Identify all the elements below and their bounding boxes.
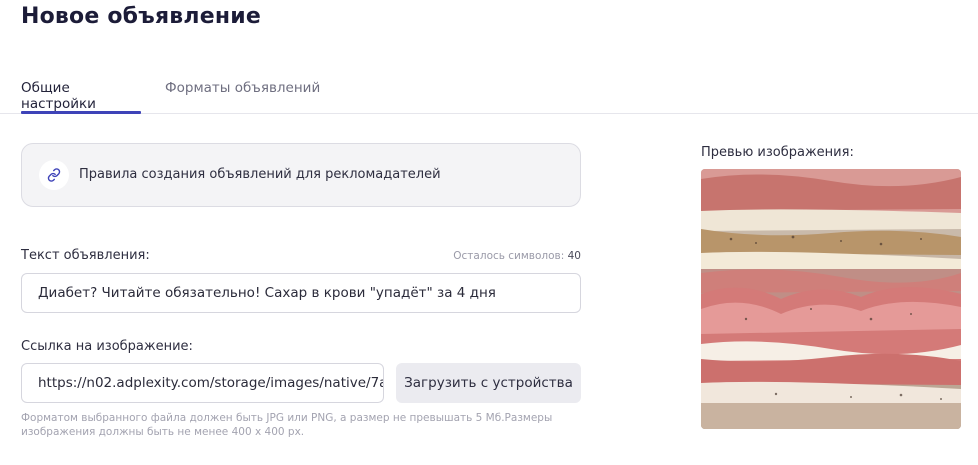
- preview-label: Превью изображения:: [701, 145, 854, 160]
- file-requirements-hint: Форматом выбранного файла должен быть JP…: [21, 412, 553, 438]
- ad-text-label: Текст объявления:: [21, 248, 150, 263]
- image-preview: [701, 169, 961, 429]
- cured-meat-photo: [701, 169, 961, 429]
- remaining-chars-value: 40: [567, 250, 581, 262]
- ad-text-input[interactable]: Диабет? Читайте обязательно! Сахар в кро…: [21, 273, 581, 313]
- tab-general-settings[interactable]: Общие настройки: [21, 80, 141, 114]
- link-icon: [39, 160, 69, 190]
- remaining-chars-counter: Осталось символов: 40: [453, 250, 581, 262]
- advertiser-rules-label: Правила создания объявлений для рекломад…: [79, 167, 441, 182]
- page-title: Новое объявление: [21, 4, 261, 29]
- advertiser-rules-link[interactable]: Правила создания объявлений для рекломад…: [21, 143, 581, 207]
- image-link-label: Ссылка на изображение:: [21, 339, 193, 354]
- upload-from-device-button[interactable]: Загрузить с устройства: [396, 363, 581, 403]
- tab-ad-formats[interactable]: Форматы объявлений: [165, 80, 325, 113]
- remaining-chars-label: Осталось символов:: [453, 250, 565, 262]
- image-url-input[interactable]: https://n02.adplexity.com/storage/images…: [21, 363, 384, 403]
- new-ad-page: Новое объявление Общие настройки Форматы…: [0, 0, 978, 465]
- tabs-bar: Общие настройки Форматы объявлений: [0, 68, 978, 114]
